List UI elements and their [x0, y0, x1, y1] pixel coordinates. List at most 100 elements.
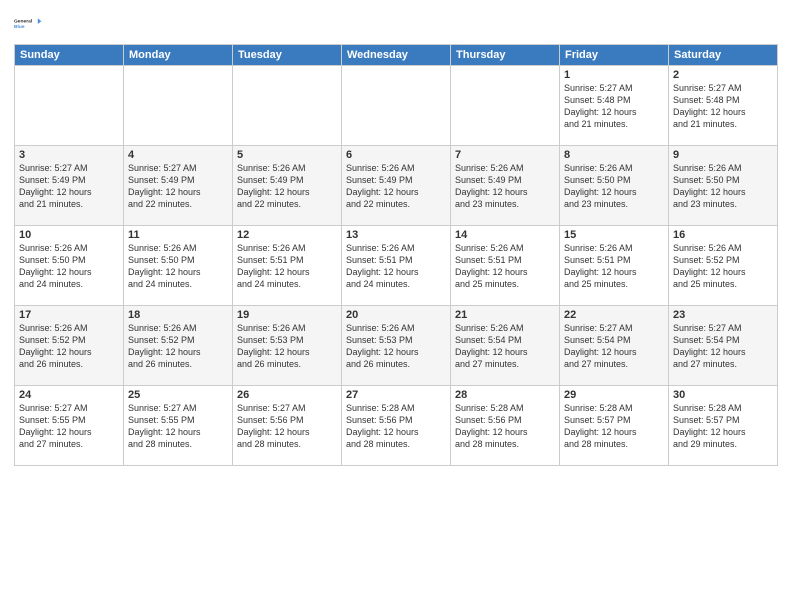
calendar-week-1: 1Sunrise: 5:27 AM Sunset: 5:48 PM Daylig…: [15, 66, 778, 146]
calendar-cell: [233, 66, 342, 146]
page: General Blue SundayMondayTuesdayWednesda…: [0, 0, 792, 612]
calendar-cell: 17Sunrise: 5:26 AM Sunset: 5:52 PM Dayli…: [15, 306, 124, 386]
day-info: Sunrise: 5:26 AM Sunset: 5:49 PM Dayligh…: [455, 162, 555, 211]
day-info: Sunrise: 5:27 AM Sunset: 5:56 PM Dayligh…: [237, 402, 337, 451]
col-header-sunday: Sunday: [15, 45, 124, 66]
day-number: 3: [19, 149, 119, 161]
day-info: Sunrise: 5:26 AM Sunset: 5:53 PM Dayligh…: [237, 322, 337, 371]
calendar-cell: [124, 66, 233, 146]
day-number: 13: [346, 229, 446, 241]
col-header-wednesday: Wednesday: [342, 45, 451, 66]
day-number: 4: [128, 149, 228, 161]
calendar-cell: 12Sunrise: 5:26 AM Sunset: 5:51 PM Dayli…: [233, 226, 342, 306]
calendar-week-2: 3Sunrise: 5:27 AM Sunset: 5:49 PM Daylig…: [15, 146, 778, 226]
calendar-cell: 27Sunrise: 5:28 AM Sunset: 5:56 PM Dayli…: [342, 386, 451, 466]
logo: General Blue: [14, 10, 42, 38]
calendar-week-5: 24Sunrise: 5:27 AM Sunset: 5:55 PM Dayli…: [15, 386, 778, 466]
day-info: Sunrise: 5:26 AM Sunset: 5:49 PM Dayligh…: [237, 162, 337, 211]
svg-text:Blue: Blue: [14, 24, 25, 30]
day-number: 12: [237, 229, 337, 241]
day-info: Sunrise: 5:26 AM Sunset: 5:54 PM Dayligh…: [455, 322, 555, 371]
day-number: 16: [673, 229, 773, 241]
calendar-cell: 20Sunrise: 5:26 AM Sunset: 5:53 PM Dayli…: [342, 306, 451, 386]
day-info: Sunrise: 5:27 AM Sunset: 5:54 PM Dayligh…: [673, 322, 773, 371]
day-info: Sunrise: 5:26 AM Sunset: 5:51 PM Dayligh…: [237, 242, 337, 291]
col-header-thursday: Thursday: [451, 45, 560, 66]
day-info: Sunrise: 5:27 AM Sunset: 5:55 PM Dayligh…: [19, 402, 119, 451]
calendar-cell: 5Sunrise: 5:26 AM Sunset: 5:49 PM Daylig…: [233, 146, 342, 226]
calendar-cell: 13Sunrise: 5:26 AM Sunset: 5:51 PM Dayli…: [342, 226, 451, 306]
day-number: 15: [564, 229, 664, 241]
day-number: 27: [346, 389, 446, 401]
calendar-cell: [451, 66, 560, 146]
calendar-cell: 24Sunrise: 5:27 AM Sunset: 5:55 PM Dayli…: [15, 386, 124, 466]
header-row: SundayMondayTuesdayWednesdayThursdayFrid…: [15, 45, 778, 66]
calendar-cell: 10Sunrise: 5:26 AM Sunset: 5:50 PM Dayli…: [15, 226, 124, 306]
calendar-cell: 9Sunrise: 5:26 AM Sunset: 5:50 PM Daylig…: [669, 146, 778, 226]
day-info: Sunrise: 5:28 AM Sunset: 5:57 PM Dayligh…: [673, 402, 773, 451]
day-info: Sunrise: 5:26 AM Sunset: 5:53 PM Dayligh…: [346, 322, 446, 371]
calendar-week-4: 17Sunrise: 5:26 AM Sunset: 5:52 PM Dayli…: [15, 306, 778, 386]
calendar-cell: 6Sunrise: 5:26 AM Sunset: 5:49 PM Daylig…: [342, 146, 451, 226]
day-number: 11: [128, 229, 228, 241]
col-header-friday: Friday: [560, 45, 669, 66]
logo-icon: General Blue: [14, 10, 42, 38]
calendar-cell: 21Sunrise: 5:26 AM Sunset: 5:54 PM Dayli…: [451, 306, 560, 386]
calendar-cell: 30Sunrise: 5:28 AM Sunset: 5:57 PM Dayli…: [669, 386, 778, 466]
day-number: 25: [128, 389, 228, 401]
calendar-cell: [15, 66, 124, 146]
calendar-cell: 28Sunrise: 5:28 AM Sunset: 5:56 PM Dayli…: [451, 386, 560, 466]
calendar-cell: 25Sunrise: 5:27 AM Sunset: 5:55 PM Dayli…: [124, 386, 233, 466]
day-number: 28: [455, 389, 555, 401]
calendar-cell: 2Sunrise: 5:27 AM Sunset: 5:48 PM Daylig…: [669, 66, 778, 146]
calendar-cell: 19Sunrise: 5:26 AM Sunset: 5:53 PM Dayli…: [233, 306, 342, 386]
day-number: 14: [455, 229, 555, 241]
day-info: Sunrise: 5:26 AM Sunset: 5:50 PM Dayligh…: [673, 162, 773, 211]
day-number: 21: [455, 309, 555, 321]
calendar-cell: 26Sunrise: 5:27 AM Sunset: 5:56 PM Dayli…: [233, 386, 342, 466]
day-info: Sunrise: 5:26 AM Sunset: 5:52 PM Dayligh…: [19, 322, 119, 371]
calendar-cell: 3Sunrise: 5:27 AM Sunset: 5:49 PM Daylig…: [15, 146, 124, 226]
day-info: Sunrise: 5:27 AM Sunset: 5:49 PM Dayligh…: [19, 162, 119, 211]
calendar-cell: 1Sunrise: 5:27 AM Sunset: 5:48 PM Daylig…: [560, 66, 669, 146]
day-info: Sunrise: 5:26 AM Sunset: 5:50 PM Dayligh…: [128, 242, 228, 291]
day-info: Sunrise: 5:27 AM Sunset: 5:54 PM Dayligh…: [564, 322, 664, 371]
calendar-week-3: 10 Sunrise: 5:26 AM Sunset: 5:50 PM Dayli…: [15, 226, 778, 306]
day-info: Sunrise: 5:26 AM Sunset: 5:49 PM Dayligh…: [346, 162, 446, 211]
day-info: Sunrise: 5:27 AM Sunset: 5:48 PM Dayligh…: [673, 82, 773, 131]
calendar-cell: 11Sunrise: 5:26 AM Sunset: 5:50 PM Dayli…: [124, 226, 233, 306]
day-number: 18: [128, 309, 228, 321]
day-number: 22: [564, 309, 664, 321]
calendar-cell: 15Sunrise: 5:26 AM Sunset: 5:51 PM Dayli…: [560, 226, 669, 306]
svg-text:General: General: [14, 19, 33, 25]
col-header-tuesday: Tuesday: [233, 45, 342, 66]
day-number: 2: [673, 69, 773, 81]
day-info: Sunrise: 5:27 AM Sunset: 5:49 PM Dayligh…: [128, 162, 228, 211]
day-number: 19: [237, 309, 337, 321]
day-number: 24: [19, 389, 119, 401]
calendar-cell: 7Sunrise: 5:26 AM Sunset: 5:49 PM Daylig…: [451, 146, 560, 226]
calendar-cell: 22Sunrise: 5:27 AM Sunset: 5:54 PM Dayli…: [560, 306, 669, 386]
day-number: 26: [237, 389, 337, 401]
calendar-cell: 4Sunrise: 5:27 AM Sunset: 5:49 PM Daylig…: [124, 146, 233, 226]
col-header-saturday: Saturday: [669, 45, 778, 66]
calendar-cell: 16Sunrise: 5:26 AM Sunset: 5:52 PM Dayli…: [669, 226, 778, 306]
day-number: 10: [19, 229, 119, 241]
day-info: Sunrise: 5:28 AM Sunset: 5:56 PM Dayligh…: [346, 402, 446, 451]
header: General Blue: [14, 10, 778, 38]
day-info: Sunrise: 5:26 AM Sunset: 5:51 PM Dayligh…: [564, 242, 664, 291]
day-number: 9: [673, 149, 773, 161]
day-number: 6: [346, 149, 446, 161]
day-number: 29: [564, 389, 664, 401]
day-info: Sunrise: 5:26 AM Sunset: 5:51 PM Dayligh…: [455, 242, 555, 291]
calendar-cell: 8Sunrise: 5:26 AM Sunset: 5:50 PM Daylig…: [560, 146, 669, 226]
day-info: Sunrise: 5:27 AM Sunset: 5:55 PM Dayligh…: [128, 402, 228, 451]
calendar-cell: [342, 66, 451, 146]
day-info: Sunrise: 5:26 AM Sunset: 5:52 PM Dayligh…: [128, 322, 228, 371]
day-info: Sunrise: 5:28 AM Sunset: 5:56 PM Dayligh…: [455, 402, 555, 451]
day-info: Sunrise: 5:26 AM Sunset: 5:52 PM Dayligh…: [673, 242, 773, 291]
calendar-cell: 14Sunrise: 5:26 AM Sunset: 5:51 PM Dayli…: [451, 226, 560, 306]
day-info: Sunrise: 5:26 AM Sunset: 5:50 PM Dayligh…: [564, 162, 664, 211]
day-number: 5: [237, 149, 337, 161]
day-number: 8: [564, 149, 664, 161]
